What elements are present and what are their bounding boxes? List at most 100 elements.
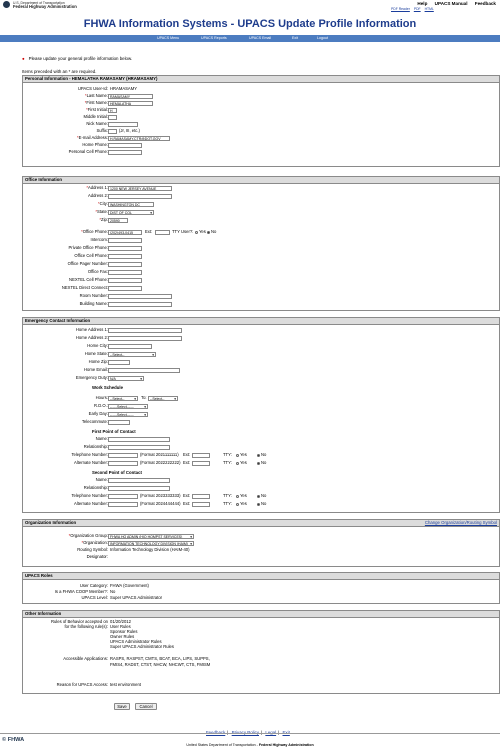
other-info-header: Other Information [23, 611, 499, 618]
email-input[interactable]: H.RAMASAMY.CTR@DOT.GOV [108, 135, 170, 141]
nick-name-label: Nick Name: [86, 121, 108, 126]
organization-select[interactable]: INFORMATION TECHNOLOGY DIVISION (HAIM) [108, 540, 194, 546]
home-addr1-input[interactable] [108, 327, 182, 333]
hours-from-select[interactable]: --Select-- [108, 395, 138, 401]
html-link[interactable]: HTML [425, 7, 434, 11]
home-zip-input[interactable] [108, 359, 130, 365]
org-group-label: Organization Group: [70, 533, 108, 538]
nav-upacs-menu[interactable]: UPACS Menu [157, 36, 179, 40]
address2-input[interactable] [108, 193, 172, 199]
state-select[interactable]: DIST OF COL [108, 209, 154, 215]
tty-user-label: TTY User?: [172, 229, 194, 234]
org-group-select[interactable]: FHWA HQ ADMIN (HIO HQMPST SERVICES) [108, 533, 194, 539]
tty-no-radio[interactable] [207, 230, 210, 234]
help-link[interactable]: Help [417, 1, 427, 6]
poc2-tel-format: (Format 2023333333) [140, 493, 181, 498]
save-button[interactable]: Save [114, 703, 130, 710]
poc1-tty-no-radio[interactable] [257, 453, 260, 457]
poc2-ext-input[interactable] [192, 493, 210, 499]
city-input[interactable]: WASHINGTON DC [108, 201, 154, 207]
office-ext-input[interactable] [155, 229, 170, 235]
poc2-alt-tty-yes-radio[interactable] [236, 502, 239, 506]
poc1-alt-ext-input[interactable] [192, 460, 210, 466]
early-day-select[interactable]: ------Select------ [108, 411, 148, 417]
private-phone-input[interactable] [108, 245, 142, 251]
office-phone-input[interactable]: (202)493-0415 [108, 229, 142, 235]
home-state-select[interactable]: --Select-- [108, 351, 156, 357]
poc2-telephone-input[interactable] [108, 493, 138, 499]
upacs-manual-link[interactable]: UPACS Manual [435, 1, 468, 6]
poc1-alternate-input[interactable] [108, 460, 138, 466]
last-name-input[interactable]: RAMASAMY [108, 93, 153, 99]
early-day-label: Early Day: [88, 411, 108, 416]
home-email-input[interactable] [108, 367, 180, 373]
work-schedule-heading: Work Schedule [92, 385, 123, 390]
building-input[interactable] [108, 301, 172, 307]
poc1-name-input[interactable] [108, 436, 170, 442]
poc1-relationship-input[interactable] [108, 444, 170, 450]
middle-initial-input[interactable] [108, 114, 117, 120]
poc1-alt-tty-no-label: No [261, 460, 267, 465]
suffix-input[interactable] [108, 128, 117, 134]
nextel-cell-input[interactable] [108, 277, 142, 283]
page-title: FHWA Information Systems - UPACS Update … [83, 18, 417, 30]
personal-cell-input[interactable] [108, 149, 142, 155]
nav-exit[interactable]: Exit [292, 36, 298, 40]
poc2-alt-tty-label: TTY: [223, 501, 232, 506]
change-organization-link[interactable]: Change Organization/Routing Symbol [425, 520, 497, 526]
home-addr2-label: Home Address 2: [75, 335, 108, 340]
pager-input[interactable] [108, 261, 142, 267]
poc1-telephone-input[interactable] [108, 452, 138, 458]
poc1-alt-tty-yes-label: Yes [240, 460, 247, 465]
tty-yes-radio[interactable] [195, 230, 198, 234]
address1-input[interactable]: 1200 NEW JERSEY AVENUE [108, 185, 172, 191]
reason-label: Reason for UPACS Access: [56, 682, 108, 687]
poc2-relationship-input[interactable] [108, 485, 170, 491]
room-label: Room Number: [79, 293, 108, 298]
nav-upacs-reports[interactable]: UPACS Reports [201, 36, 227, 40]
nav-upacs-email[interactable]: UPACS Email [249, 36, 271, 40]
poc2-name-input[interactable] [108, 477, 170, 483]
zip-label: Zip: [101, 217, 108, 222]
suffix-label: Suffix: [96, 128, 108, 133]
zip-input[interactable]: 20590 [108, 217, 128, 223]
poc1-tty-yes-radio[interactable] [236, 453, 239, 457]
telecommute-input[interactable] [108, 419, 130, 425]
poc1-ext-input[interactable] [192, 452, 210, 458]
last-name-label: Last Name: [86, 93, 108, 98]
other-fields: Rules of Behavior accepted on 01/20/2012 … [22, 619, 500, 694]
room-input[interactable] [108, 293, 172, 299]
poc1-alternate-label: Alternate Number: [74, 460, 108, 465]
first-name-input[interactable]: HEMALATHA [108, 100, 153, 106]
hours-to-select[interactable]: --Select-- [148, 395, 178, 401]
home-phone-input[interactable] [108, 142, 142, 148]
rdo-select[interactable]: ------Select------ [108, 403, 148, 409]
routing-value: Information Technology Division (HAIM-40… [110, 547, 190, 552]
poc2-alt-tty-no-radio[interactable] [257, 502, 260, 506]
home-addr2-input[interactable] [108, 335, 182, 341]
poc1-alt-tty-yes-radio[interactable] [236, 461, 239, 465]
intercom-input[interactable] [108, 237, 142, 243]
poc2-tty-yes-radio[interactable] [236, 494, 239, 498]
poc2-tty-no-label: No [261, 493, 267, 498]
poc2-tty-no-radio[interactable] [257, 494, 260, 498]
pdf-reader-link[interactable]: PDF Reader [391, 7, 410, 11]
second-poc-heading: Second Point of Contact [92, 470, 142, 475]
nick-name-input[interactable] [108, 121, 138, 127]
nav-logout[interactable]: Logout [317, 36, 328, 40]
poc2-alt-ext-input[interactable] [192, 501, 210, 507]
poc1-alt-tty-no-radio[interactable] [257, 461, 260, 465]
info-message: ● Please update your general profile info… [22, 56, 133, 61]
nextel-direct-input[interactable] [108, 285, 142, 291]
pdf-link[interactable]: PDF [414, 7, 421, 11]
home-email-label: Home Email: [84, 367, 108, 372]
office-cell-input[interactable] [108, 253, 142, 259]
first-initial-input[interactable]: H [108, 107, 117, 113]
fax-input[interactable] [108, 269, 142, 275]
home-city-input[interactable] [108, 343, 152, 349]
emergency-duty-select[interactable]: N/A [108, 375, 144, 381]
poc2-alternate-input[interactable] [108, 501, 138, 507]
poc2-alt-tty-yes-label: Yes [240, 501, 247, 506]
cancel-button[interactable]: Cancel [135, 703, 157, 710]
feedback-link[interactable]: Feedback [475, 1, 496, 6]
